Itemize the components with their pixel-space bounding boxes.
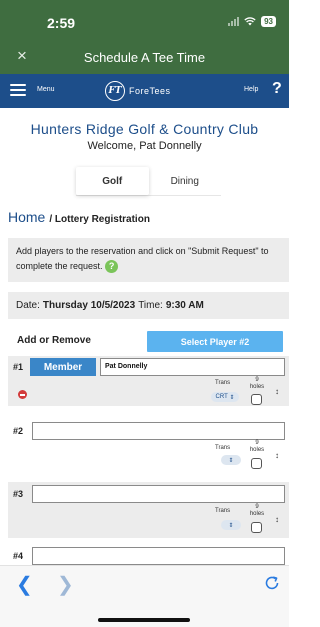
sort-arrows-icon[interactable]: ↕	[275, 387, 279, 396]
help-label[interactable]: Help	[244, 86, 258, 93]
player-slot-3: #3 Trans ⇕ 9 holes ↕	[8, 482, 289, 538]
welcome-text: Welcome, Pat Donnelly	[87, 140, 202, 152]
home-indicator	[98, 618, 190, 622]
screen: 2:59 93 × Schedule A Tee Time Menu FT Fo…	[0, 0, 289, 627]
signal-icon	[228, 17, 240, 26]
breadcrumb-current: / Lottery Registration	[49, 214, 150, 225]
sort-arrows-icon[interactable]: ↕	[275, 515, 279, 524]
instructions-text: Add players to the reservation and click…	[16, 246, 269, 271]
module-tabs: Golf Dining	[76, 167, 221, 196]
nine-holes-checkbox[interactable]	[251, 394, 262, 405]
tab-golf[interactable]: Golf	[76, 167, 149, 195]
player-name-input[interactable]: Pat Donnelly	[100, 358, 285, 376]
nine-holes-label: 9 holes	[249, 504, 265, 517]
player-name-input[interactable]	[32, 485, 285, 503]
remove-player-icon[interactable]	[18, 390, 27, 399]
player-slot-4: #4	[8, 546, 289, 566]
breadcrumb: Home / Lottery Registration	[8, 209, 150, 225]
slot-number: #1	[13, 362, 24, 372]
foretees-logo: FT ForeTees	[105, 81, 171, 101]
slot-number: #3	[13, 489, 24, 499]
trans-label: Trans	[215, 508, 231, 514]
back-arrow-icon[interactable]: ❮	[16, 572, 33, 597]
menu-label[interactable]: Menu	[37, 86, 55, 93]
status-time: 2:59	[47, 15, 76, 31]
player-name-input[interactable]	[32, 422, 285, 440]
webview-header: 2:59 93 × Schedule A Tee Time	[0, 0, 289, 74]
club-name: Hunters Ridge Golf & Country Club	[30, 121, 259, 137]
tab-dining[interactable]: Dining	[149, 167, 222, 195]
logo-text: ForeTees	[129, 86, 171, 96]
webview-title: Schedule A Tee Time	[83, 50, 206, 65]
forward-arrow-icon[interactable]: ❯	[57, 572, 74, 597]
date-value: Thursday 10/5/2023	[42, 300, 136, 311]
wifi-icon	[244, 17, 256, 26]
chevron-up-down-icon: ⇕	[229, 394, 235, 401]
time-value: 9:30 AM	[165, 300, 204, 311]
player-slot-1: #1 Member Pat Donnelly Trans CRT ⇕ 9 hol…	[8, 356, 289, 406]
transport-select[interactable]: CRT ⇕	[211, 392, 239, 402]
slot-number: #2	[13, 426, 24, 436]
member-type-button[interactable]: Member	[30, 358, 96, 376]
nine-holes-checkbox[interactable]	[251, 458, 262, 469]
sort-arrows-icon[interactable]: ↕	[275, 451, 279, 460]
nine-holes-checkbox[interactable]	[251, 522, 262, 533]
chevron-up-down-icon: ⇕	[228, 457, 234, 464]
time-label: Time:	[138, 300, 163, 311]
trans-label: Trans	[215, 445, 231, 451]
nine-holes-label: 9 holes	[249, 377, 265, 390]
status-indicators: 93	[228, 16, 276, 27]
browser-toolbar: ❮ ❯	[0, 565, 289, 627]
transport-select[interactable]: ⇕	[221, 455, 241, 465]
trans-label: Trans	[215, 380, 231, 386]
select-player-button[interactable]: Select Player #2	[147, 331, 283, 352]
battery-icon: 93	[261, 16, 276, 27]
slot-number: #4	[13, 551, 24, 561]
question-icon[interactable]: ?	[105, 260, 119, 274]
transport-value: CRT	[215, 394, 228, 400]
date-label: Date:	[16, 300, 40, 311]
instructions-box: Add players to the reservation and click…	[8, 238, 289, 282]
transport-select[interactable]: ⇕	[221, 520, 241, 530]
reload-icon[interactable]	[264, 575, 280, 591]
player-slot-2: #2 Trans ⇕ 9 holes ↕	[8, 420, 289, 470]
breadcrumb-home-link[interactable]: Home	[8, 209, 45, 225]
date-time-bar: Date: Thursday 10/5/2023 Time: 9:30 AM	[8, 292, 289, 319]
help-icon[interactable]: ?	[272, 80, 282, 98]
logo-mark: FT	[105, 81, 125, 101]
chevron-up-down-icon: ⇕	[228, 522, 234, 529]
nine-holes-label: 9 holes	[249, 440, 265, 453]
hamburger-icon[interactable]	[10, 84, 26, 99]
app-navbar: Menu FT ForeTees Help ?	[0, 74, 289, 108]
player-name-input[interactable]	[32, 547, 285, 565]
add-remove-heading: Add or Remove	[17, 335, 91, 346]
